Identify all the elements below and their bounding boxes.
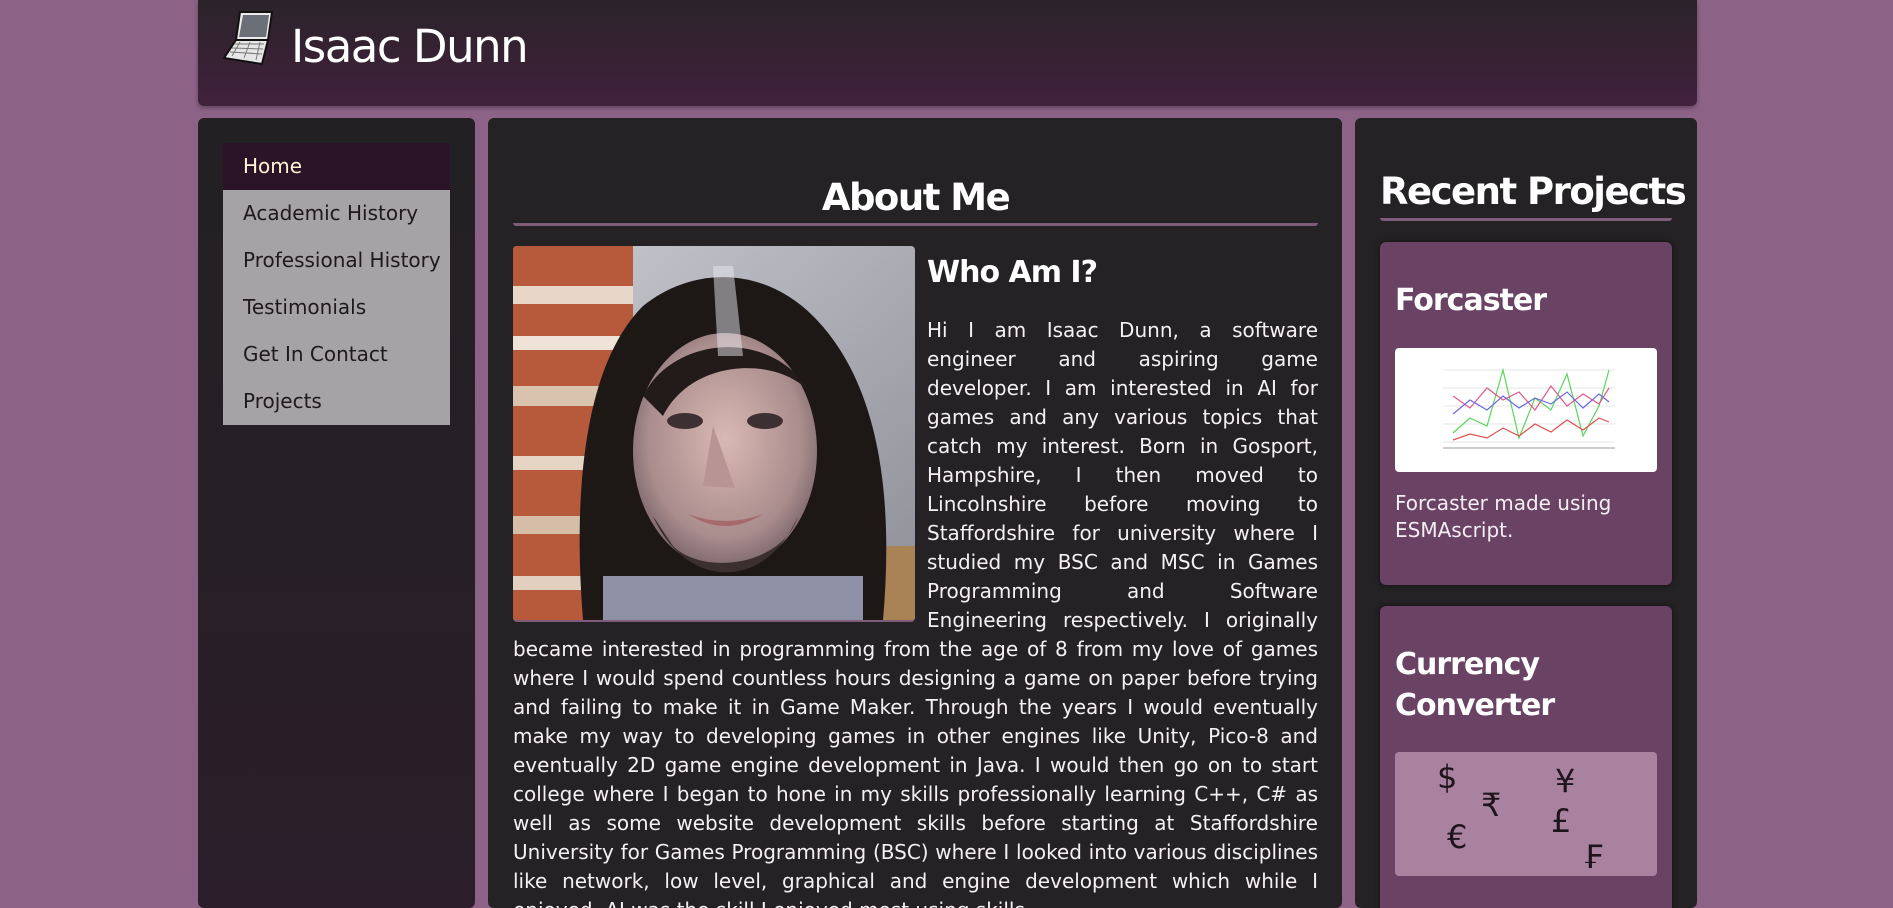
project-thumbnail[interactable]: [1395, 348, 1657, 472]
nav-panel: Home Academic History Professional Histo…: [198, 118, 475, 908]
yen-symbol: ¥: [1555, 762, 1576, 800]
franc-symbol: ₣: [1583, 838, 1604, 876]
recent-projects-panel: Recent Projects Forcaster Forcaster made…: [1355, 118, 1697, 908]
pound-symbol: £: [1551, 802, 1572, 840]
site-title[interactable]: Isaac Dunn: [291, 20, 529, 73]
about-panel: About Me Who Am I? Hi I am Isaac Dunn, a…: [488, 118, 1342, 908]
nav-item-academic-history[interactable]: Academic History: [223, 190, 450, 237]
site-header: Isaac Dunn: [198, 0, 1697, 106]
heading-divider: [1380, 218, 1672, 221]
laptop-icon[interactable]: [220, 6, 288, 68]
about-heading: About Me: [821, 176, 1011, 219]
dollar-symbol: $: [1437, 758, 1458, 796]
nav-item-projects[interactable]: Projects: [223, 378, 450, 425]
euro-symbol: €: [1447, 818, 1468, 856]
nav-item-testimonials[interactable]: Testimonials: [223, 284, 450, 331]
recent-projects-heading: Recent Projects: [1380, 170, 1687, 213]
profile-photo: [513, 246, 915, 622]
project-description: Forcaster made using ESMAscript.: [1395, 491, 1612, 542]
about-content: Who Am I? Hi I am Isaac Dunn, a software…: [513, 246, 1318, 908]
main-nav: Home Academic History Professional Histo…: [223, 143, 450, 425]
project-card-forcaster[interactable]: Forcaster Forcaster made using ESMAscrip…: [1380, 242, 1672, 585]
line-chart-thumbnail: [1443, 367, 1615, 449]
project-thumbnail[interactable]: $ ¥ ₹ £ € ₣: [1395, 752, 1657, 876]
nav-item-get-in-contact[interactable]: Get In Contact: [223, 331, 450, 378]
heading-divider: [513, 223, 1318, 226]
nav-item-professional-history[interactable]: Professional History: [223, 237, 450, 284]
project-card-currency-converter[interactable]: Currency Converter $ ¥ ₹ £ € ₣: [1380, 606, 1672, 908]
project-title[interactable]: Currency Converter: [1395, 644, 1657, 726]
rupee-symbol: ₹: [1481, 786, 1502, 824]
project-title[interactable]: Forcaster: [1395, 280, 1657, 321]
nav-item-home[interactable]: Home: [223, 143, 450, 190]
